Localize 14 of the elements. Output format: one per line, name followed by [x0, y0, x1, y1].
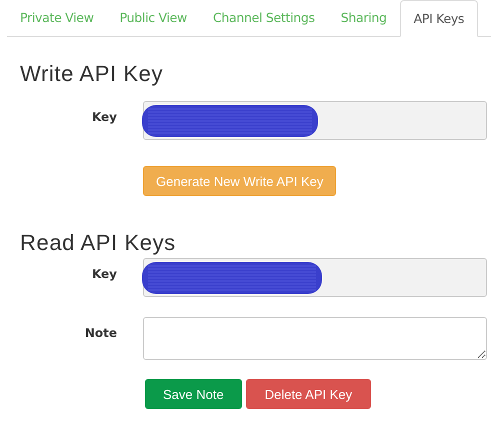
field-label: Key: [90, 109, 117, 124]
tab[interactable]: Private View: [7, 0, 107, 37]
note-field[interactable]: [143, 317, 487, 360]
generate-key-button[interactable]: Generate New Write API Key: [143, 166, 336, 196]
save-button[interactable]: Save Note: [145, 379, 242, 409]
section-heading: Write API Key: [19, 61, 164, 87]
tab[interactable]: API Keys: [400, 0, 478, 37]
section-heading: Read API Keys: [19, 230, 177, 256]
tab[interactable]: Sharing: [328, 0, 400, 37]
field-label: Key: [90, 266, 117, 281]
delete-button[interactable]: Delete API Key: [246, 379, 372, 409]
tab[interactable]: Channel Settings: [200, 0, 328, 37]
field-label: Note: [84, 325, 117, 340]
tab[interactable]: Public View: [106, 0, 200, 37]
